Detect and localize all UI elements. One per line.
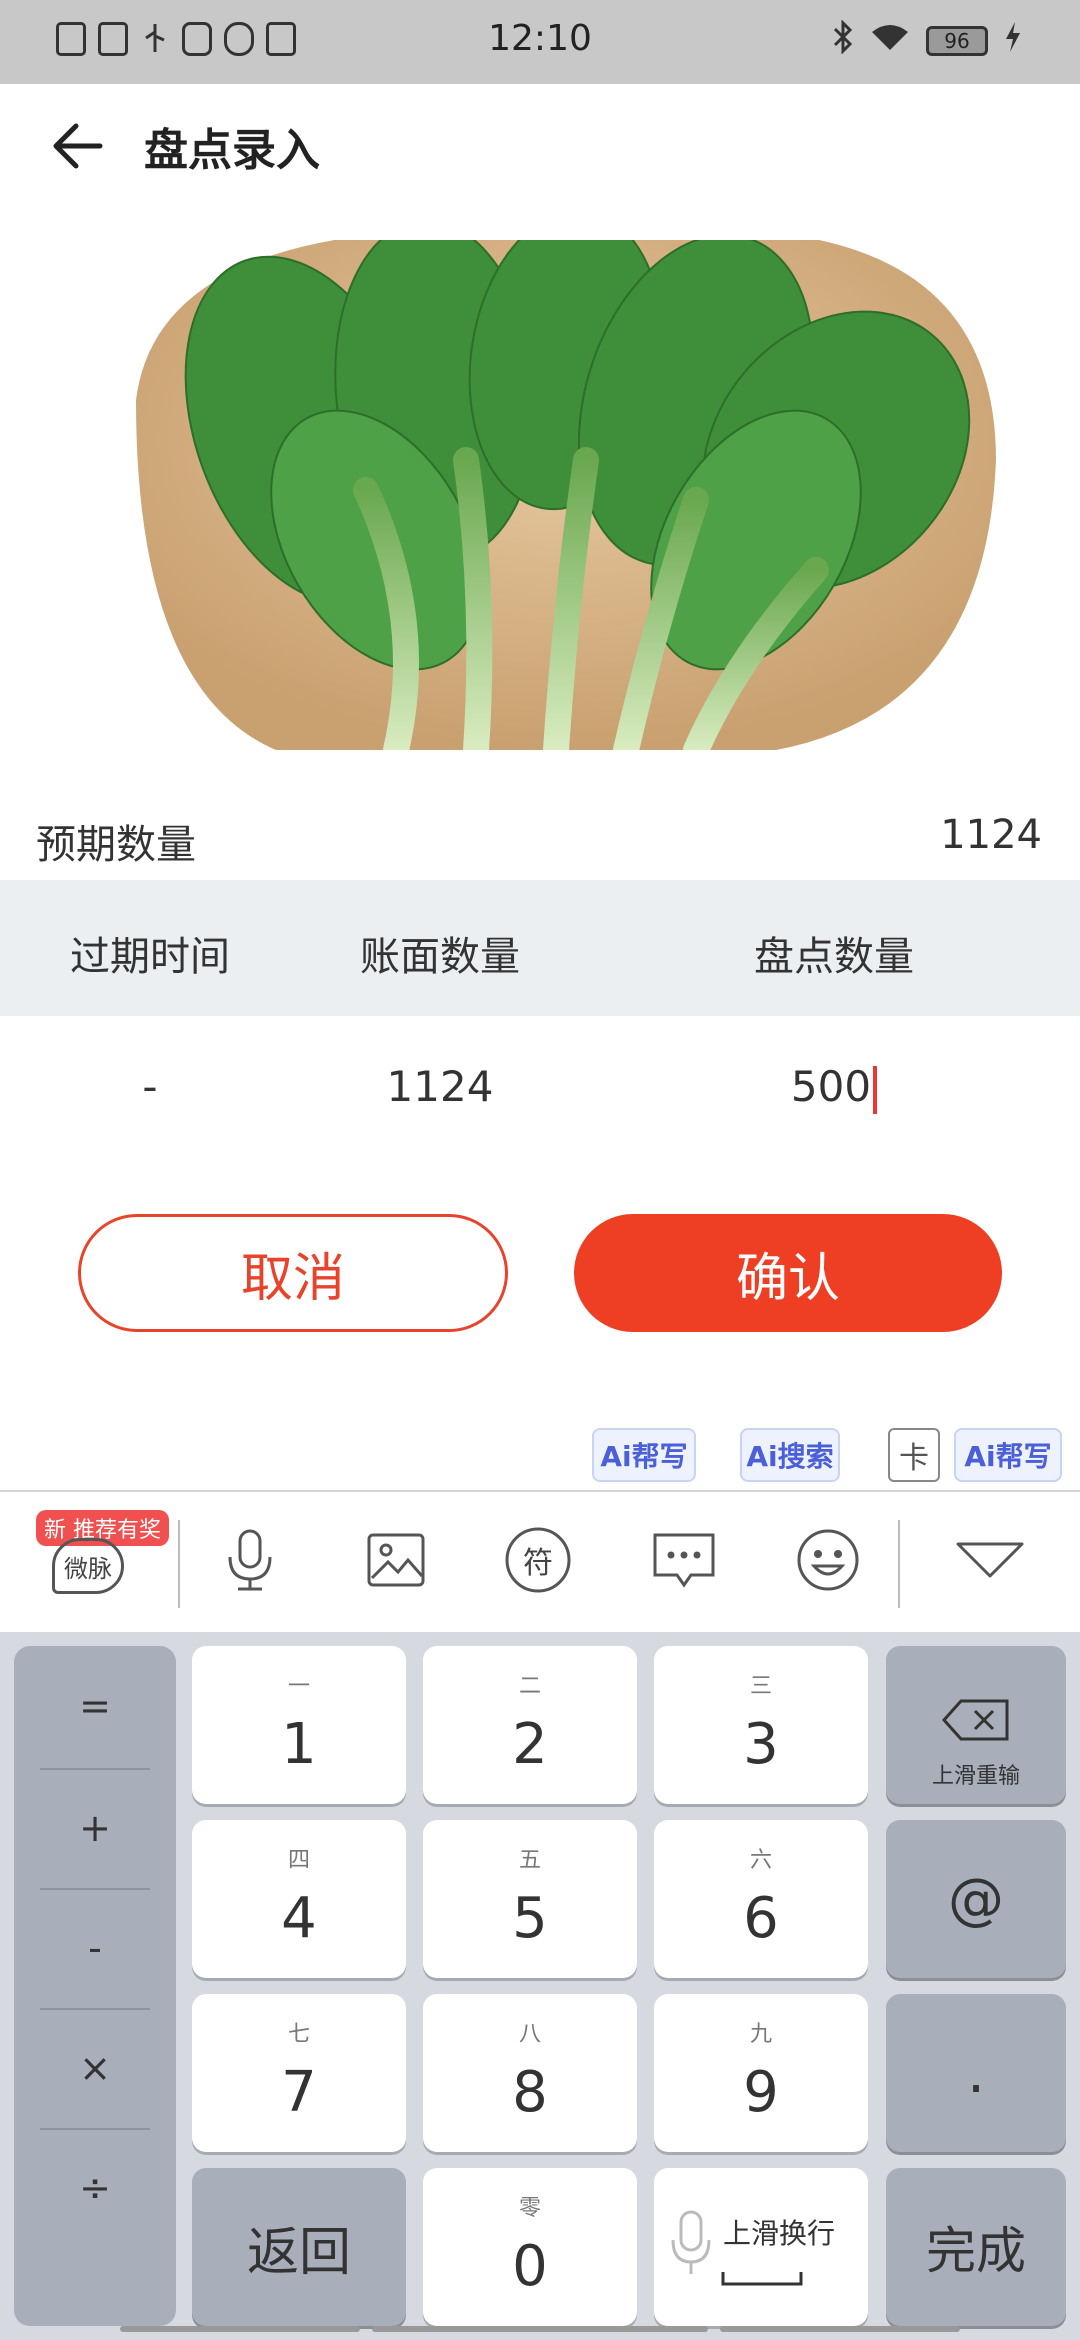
at-label: @ [948, 1866, 1004, 1932]
key-1-label: 1 [281, 1712, 317, 1777]
key-6-label: 6 [743, 1886, 779, 1951]
key-2-sub: 二 [518, 1674, 541, 1699]
numeric-keyboard: = + - × ÷ 一 1 二 2 三 3 上滑重输 四 4 五 5 六 6 @… [0, 1632, 1080, 2340]
book-qty-value: 1124 [386, 1062, 494, 1111]
key-divide[interactable]: ÷ [14, 2128, 176, 2248]
weimai-label: 微脉 [64, 1554, 112, 1583]
key-multiply[interactable]: × [14, 2008, 176, 2128]
key-5-label: 5 [512, 1886, 548, 1951]
ai-helper-strip: Ai帮写 Ai搜索 卡 Ai帮写 [0, 1418, 1080, 1488]
backspace-sub: 上滑重输 [931, 1764, 1020, 1789]
count-qty-value: 500 [790, 1062, 872, 1111]
card-button[interactable]: 卡 [888, 1428, 940, 1482]
key-0-sub: 零 [518, 2196, 541, 2221]
space-label: 上滑换行 [722, 2217, 835, 2250]
expected-quantity-row: 预期数量 1124 [0, 790, 1080, 880]
key-4-label: 4 [281, 1886, 317, 1951]
key-5[interactable]: 五 5 [423, 1820, 637, 1978]
key-7-label: 7 [281, 2060, 317, 2125]
expected-quantity-label: 预期数量 [36, 822, 196, 868]
key-9-sub: 九 [749, 2022, 772, 2047]
expiry-value: - [142, 1062, 158, 1111]
symbols-label: 符 [523, 1546, 553, 1581]
microphone-icon[interactable] [214, 1524, 286, 1596]
inventory-table-header: 过期时间 账面数量 盘点数量 [0, 880, 1080, 1016]
symbol-column: = + - × ÷ [14, 1646, 176, 2326]
done-label: 完成 [926, 2222, 1026, 2280]
key-8-sub: 八 [518, 2022, 541, 2047]
nav-bar-segment [372, 2326, 708, 2332]
column-book-qty: 账面数量 [360, 934, 520, 980]
page-title: 盘点录入 [144, 125, 320, 176]
collapse-keyboard-icon[interactable] [954, 1524, 1026, 1596]
arrow-left-icon[interactable] [50, 118, 106, 174]
done-key[interactable]: 完成 [886, 2168, 1066, 2326]
cancel-button[interactable]: 取消 [78, 1214, 508, 1332]
key-7-sub: 七 [287, 2022, 310, 2047]
dot-label: . [967, 2040, 985, 2106]
key-3-label: 3 [743, 1712, 779, 1777]
dot-key[interactable]: . [886, 1994, 1066, 2152]
toolbar-divider [178, 1520, 180, 1608]
key-1-sub: 一 [287, 1674, 310, 1699]
key-2-label: 2 [512, 1712, 548, 1777]
battery-icon: 96 [926, 26, 988, 56]
key-3[interactable]: 三 3 [654, 1646, 868, 1804]
status-bar: 12:10 96 [0, 0, 1080, 84]
key-5-sub: 五 [518, 1848, 541, 1873]
key-plus[interactable]: + [14, 1768, 176, 1888]
expected-quantity-value: 1124 [940, 812, 1042, 858]
count-qty-input[interactable]: 500 [724, 1062, 944, 1114]
key-equals[interactable]: = [14, 1646, 176, 1766]
charging-icon [1004, 21, 1022, 61]
toolbar-divider-2 [898, 1520, 900, 1608]
back-key[interactable]: 返回 [192, 2168, 406, 2326]
wifi-icon [870, 22, 910, 60]
column-count-qty: 盘点数量 [754, 934, 914, 980]
nav-bar-segment [720, 2326, 960, 2332]
key-1[interactable]: 一 1 [192, 1646, 406, 1804]
key-9[interactable]: 九 9 [654, 1994, 868, 2152]
key-2[interactable]: 二 2 [423, 1646, 637, 1804]
column-expiry: 过期时间 [70, 934, 230, 980]
ai-search-button[interactable]: Ai搜索 [740, 1428, 840, 1482]
key-6-sub: 六 [749, 1848, 772, 1873]
symbols-button[interactable]: 符 [502, 1524, 574, 1596]
key-7[interactable]: 七 7 [192, 1994, 406, 2152]
space-bar-icon [720, 2268, 804, 2292]
key-4[interactable]: 四 4 [192, 1820, 406, 1978]
key-4-sub: 四 [287, 1848, 310, 1873]
back-label: 返回 [246, 2222, 351, 2283]
key-0-label: 0 [512, 2234, 548, 2299]
image-icon[interactable] [360, 1524, 432, 1596]
confirm-button[interactable]: 确认 [574, 1214, 1002, 1332]
product-image [136, 209, 1016, 763]
key-8-label: 8 [512, 2060, 548, 2125]
emoji-icon[interactable] [792, 1524, 864, 1596]
space-key[interactable]: 上滑换行 [654, 2168, 868, 2326]
key-6[interactable]: 六 6 [654, 1820, 868, 1978]
text-cursor [873, 1065, 878, 1114]
app-header: 盘点录入 [0, 84, 1080, 204]
ai-write-button-2[interactable]: Ai帮写 [954, 1428, 1062, 1482]
nav-bar-segment [120, 2326, 360, 2332]
at-key[interactable]: @ [886, 1820, 1066, 1978]
key-0[interactable]: 零 0 [423, 2168, 637, 2326]
key-8[interactable]: 八 8 [423, 1994, 637, 2152]
ai-write-button[interactable]: Ai帮写 [592, 1428, 696, 1482]
battery-level: 96 [944, 29, 970, 53]
status-icons-right: 96 [832, 19, 1022, 62]
keyboard-toolbar: 新 推荐有奖 微脉 符 [0, 1490, 1080, 1632]
backspace-icon [886, 1698, 1066, 1746]
table-row: - 1124 500 [0, 1020, 1080, 1160]
weimai-button[interactable]: 微脉 [52, 1538, 124, 1594]
chat-bubble-icon[interactable] [648, 1524, 720, 1596]
bluetooth-icon [832, 19, 854, 62]
key-minus[interactable]: - [14, 1888, 176, 2008]
key-3-sub: 三 [749, 1674, 772, 1699]
backspace-key[interactable]: 上滑重输 [886, 1646, 1066, 1804]
key-9-label: 9 [743, 2060, 779, 2125]
